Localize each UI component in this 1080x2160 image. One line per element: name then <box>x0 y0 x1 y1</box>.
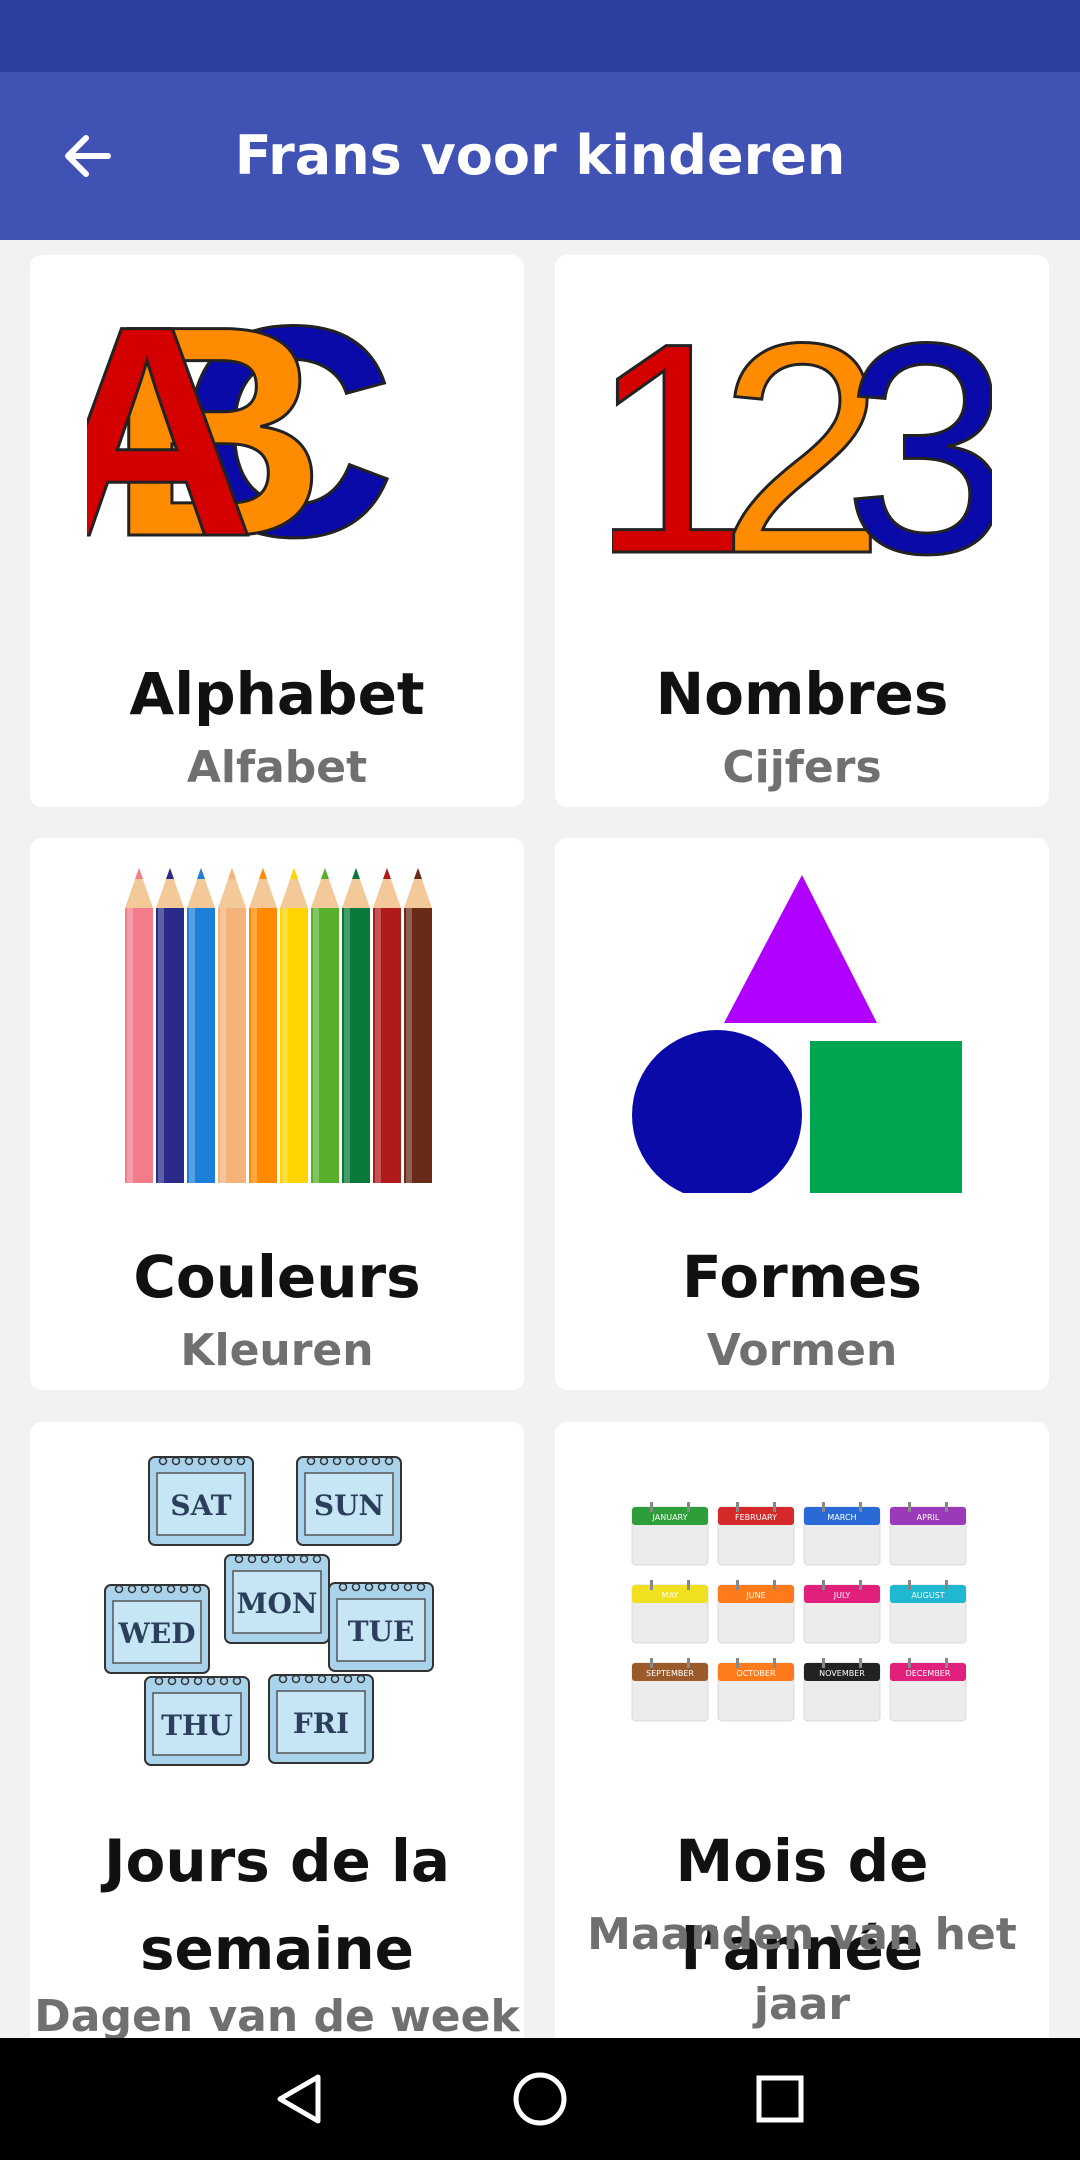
pencil <box>280 868 308 1183</box>
shapes-image <box>555 838 1049 1208</box>
category-subtitle: Cijfers <box>722 742 882 793</box>
month-label: JUNE <box>745 1591 765 1600</box>
pencil <box>373 868 401 1183</box>
month-calendars-image: JANUARY FEBRUARY MARCH APRIL MAY JUNE JULY AUGU… <box>555 1422 1049 1792</box>
month-label: MARCH <box>827 1513 856 1522</box>
category-subtitle: Alfabet <box>186 742 368 793</box>
day-calendar: TUE <box>328 1582 434 1672</box>
month-label: JULY <box>833 1591 851 1600</box>
pencil <box>404 868 432 1183</box>
month-label: MAY <box>662 1591 679 1600</box>
triangle-back-icon <box>277 2074 321 2124</box>
app-bar: Frans voor kinderen <box>0 72 1080 240</box>
category-card-numbers[interactable]: 1 2 3 Nombres Cijfers <box>555 255 1049 807</box>
category-title: Nombres <box>655 660 949 728</box>
pencil <box>218 868 246 1183</box>
square-recents-icon <box>756 2075 804 2123</box>
month-calendar: APRIL <box>889 1502 967 1566</box>
month-label: AUGUST <box>911 1591 944 1600</box>
month-calendar: JUNE <box>717 1580 795 1644</box>
triangle-shape <box>724 875 877 1023</box>
category-title: Couleurs <box>133 1243 421 1311</box>
category-card-alphabet[interactable]: C B A Alphabet Alfabet <box>30 255 524 807</box>
month-calendar: MARCH <box>803 1502 881 1566</box>
123-numbers-image: 1 2 3 <box>555 255 1049 625</box>
month-label: FEBRUARY <box>735 1513 777 1522</box>
nav-home-button[interactable] <box>500 2059 580 2139</box>
status-bar <box>0 0 1080 72</box>
month-label: SEPTEMBER <box>646 1669 694 1678</box>
day-calendar: FRI <box>268 1674 374 1764</box>
category-grid: C B A Alphabet Alfabet 1 2 3 Nombres Cij… <box>0 240 1080 2038</box>
page-title: Frans voor kinderen <box>234 124 846 187</box>
category-title: Jours de la semaine <box>103 1827 451 1983</box>
day-calendar: SUN <box>296 1456 402 1546</box>
month-label: APRIL <box>917 1513 940 1522</box>
circle-home-icon <box>513 2072 567 2126</box>
month-calendar: AUGUST <box>889 1580 967 1644</box>
day-calendar: SAT <box>148 1456 254 1546</box>
month-label: JANUARY <box>652 1513 688 1522</box>
nav-recents-button[interactable] <box>740 2059 820 2139</box>
month-calendar: NOVEMBER <box>803 1658 881 1722</box>
month-calendar: DECEMBER <box>889 1658 967 1722</box>
category-subtitle: Dagen van de week <box>34 1991 520 2038</box>
month-label: DECEMBER <box>906 1669 951 1678</box>
month-calendar: JANUARY <box>631 1502 709 1566</box>
category-subtitle: Kleuren <box>180 1325 374 1376</box>
day-label: TUE <box>348 1615 415 1648</box>
day-calendars-image: SAT SUN MON WED TUE THU FRI <box>30 1422 524 1792</box>
pencil <box>187 868 215 1183</box>
circle-shape <box>632 1030 802 1193</box>
abc-letters-image: C B A <box>30 255 524 625</box>
category-card-colors[interactable]: Couleurs Kleuren <box>30 838 524 1390</box>
svg-text:3: 3 <box>844 290 992 590</box>
category-card-days[interactable]: SAT SUN MON WED TUE THU FRI Jours de la semain… <box>30 1422 524 2038</box>
system-nav-bar <box>0 2038 1080 2160</box>
day-label: THU <box>161 1709 233 1742</box>
day-calendar: THU <box>144 1676 250 1766</box>
month-label: OCTOBER <box>736 1669 776 1678</box>
day-label: SUN <box>314 1489 384 1522</box>
day-label: SAT <box>170 1489 231 1522</box>
day-calendar: WED <box>104 1584 210 1674</box>
category-card-months[interactable]: JANUARY FEBRUARY MARCH APRIL MAY JUNE JULY AUGU… <box>555 1422 1049 2038</box>
month-label: NOVEMBER <box>819 1669 865 1678</box>
svg-text:A: A <box>87 290 255 590</box>
pencil <box>249 868 277 1183</box>
category-title: Alphabet <box>129 660 425 728</box>
month-calendar: JULY <box>803 1580 881 1644</box>
pencil <box>311 868 339 1183</box>
nav-back-button[interactable] <box>260 2059 340 2139</box>
colored-pencils-image <box>30 838 524 1208</box>
month-calendar: FEBRUARY <box>717 1502 795 1566</box>
day-label: WED <box>117 1617 195 1650</box>
day-calendar: MON <box>224 1554 330 1644</box>
pencil <box>156 868 184 1183</box>
month-calendar: MAY <box>631 1580 709 1644</box>
square-shape <box>810 1041 962 1193</box>
category-title: Formes <box>681 1243 922 1311</box>
day-label: MON <box>237 1587 318 1620</box>
pencil <box>342 868 370 1183</box>
month-calendar: OCTOBER <box>717 1658 795 1722</box>
month-calendar: SEPTEMBER <box>631 1658 709 1722</box>
day-label: FRI <box>293 1707 349 1740</box>
category-subtitle: Maanden van het jaar <box>587 1909 1017 2030</box>
category-subtitle: Vormen <box>706 1325 898 1376</box>
pencil <box>125 868 153 1183</box>
category-card-shapes[interactable]: Formes Vormen <box>555 838 1049 1390</box>
